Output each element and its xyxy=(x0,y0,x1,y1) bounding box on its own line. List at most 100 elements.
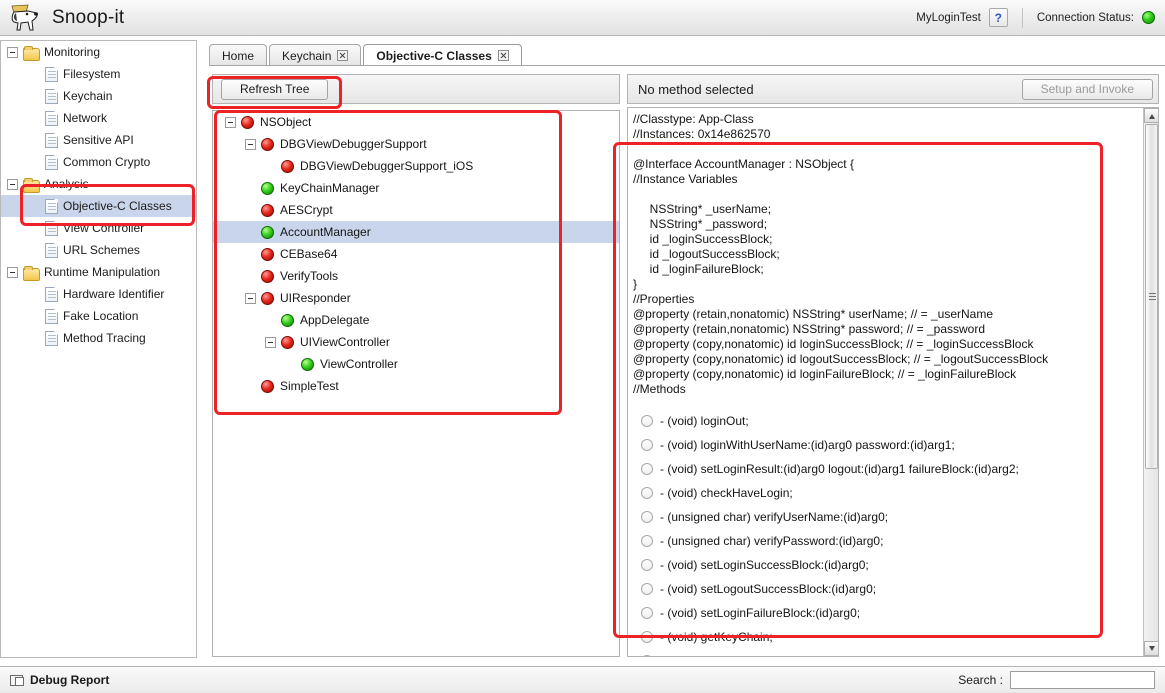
method-list-item[interactable]: - (unsigned char) verifyUserName:(id)arg… xyxy=(633,505,1143,529)
method-radio-button[interactable] xyxy=(641,511,653,523)
method-radio-button[interactable] xyxy=(641,655,653,656)
collapse-toggle-icon[interactable] xyxy=(265,336,276,348)
method-list-item[interactable]: - (unsigned char) verifyPassword:(id)arg… xyxy=(633,529,1143,553)
method-signature-label: - (void) realLogin; xyxy=(660,654,753,656)
method-list-item[interactable]: - (void) loginOut; xyxy=(633,409,1143,433)
method-list-item[interactable]: - (void) setLogoutSuccessBlock:(id)arg0; xyxy=(633,577,1143,601)
code-line: id _loginSuccessBlock; xyxy=(633,232,773,246)
collapse-toggle-icon[interactable] xyxy=(225,116,236,128)
class-tree-box[interactable]: NSObject DBGViewDebuggerSupport DBGViewDeb… xyxy=(212,110,620,657)
collapse-toggle-icon[interactable] xyxy=(7,178,18,190)
sidebar-item-method-tracing[interactable]: Method Tracing xyxy=(1,327,196,349)
class-tree-row[interactable]: DBGViewDebuggerSupport_iOS xyxy=(213,155,619,177)
sidebar-item-common-crypto[interactable]: Common Crypto xyxy=(1,151,196,173)
class-tree-row[interactable]: KeyChainManager xyxy=(213,177,619,199)
collapse-toggle-icon[interactable] xyxy=(245,138,256,150)
class-name-label: UIViewController xyxy=(300,335,390,349)
sidebar-item-label: Hardware Identifier xyxy=(63,287,165,301)
sidebar-item-objective-c-classes[interactable]: Objective-C Classes xyxy=(1,195,196,217)
method-list-item[interactable]: - (void) loginWithUserName:(id)arg0 pass… xyxy=(633,433,1143,457)
class-tree-row[interactable]: DBGViewDebuggerSupport xyxy=(213,133,619,155)
method-radio-button[interactable] xyxy=(641,535,653,547)
method-list-item[interactable]: - (void) checkHaveLogin; xyxy=(633,481,1143,505)
green-status-dot-icon xyxy=(301,357,314,371)
class-tree-row[interactable]: AppDelegate xyxy=(213,309,619,331)
method-signature-label: - (void) getKeyChain; xyxy=(660,630,773,644)
sidebar-item-filesystem[interactable]: Filesystem xyxy=(1,63,196,85)
sidebar-item-network[interactable]: Network xyxy=(1,107,196,129)
method-signature-label: - (unsigned char) verifyUserName:(id)arg… xyxy=(660,510,889,524)
code-scroll-area[interactable]: //Classtype: App-Class//Instances: 0x14e… xyxy=(628,108,1143,656)
sidebar-item-label: View Controller xyxy=(63,221,145,235)
method-radio-button[interactable] xyxy=(641,415,653,427)
sidebar-item-analysis[interactable]: Analysis xyxy=(1,173,196,195)
sidebar-item-keychain[interactable]: Keychain xyxy=(1,85,196,107)
tab-close-icon[interactable] xyxy=(337,50,349,61)
page-icon xyxy=(45,220,58,236)
tab-close-icon[interactable] xyxy=(497,50,509,61)
collapse-toggle-icon[interactable] xyxy=(245,292,256,304)
sidebar-item-fake-location[interactable]: Fake Location xyxy=(1,305,196,327)
method-list-item[interactable]: - (void) getKeyChain; xyxy=(633,625,1143,649)
method-signature-label: - (void) loginOut; xyxy=(660,414,749,428)
class-tree-row[interactable]: ViewController xyxy=(213,353,619,375)
sidebar-item-hardware-identifier[interactable]: Hardware Identifier xyxy=(1,283,196,305)
red-status-dot-icon xyxy=(241,115,254,129)
class-tree-row[interactable]: NSObject xyxy=(213,111,619,133)
collapse-toggle-icon[interactable] xyxy=(7,266,18,278)
tab-strip[interactable]: Home Keychain Objective-C Classes xyxy=(209,42,1165,66)
sidebar-item-sensitive-api[interactable]: Sensitive API xyxy=(1,129,196,151)
collapse-toggle-icon[interactable] xyxy=(7,46,18,58)
sidebar-item-url-schemes[interactable]: URL Schemes xyxy=(1,239,196,261)
tab-objective-c-classes[interactable]: Objective-C Classes xyxy=(363,44,522,66)
method-list-item[interactable]: - (void) setLoginFailureBlock:(id)arg0; xyxy=(633,601,1143,625)
scroll-up-arrow-icon[interactable] xyxy=(1144,108,1158,123)
search-input[interactable] xyxy=(1010,671,1155,689)
setup-and-invoke-button[interactable]: Setup and Invoke xyxy=(1021,78,1153,100)
scroll-down-arrow-icon[interactable] xyxy=(1144,641,1158,656)
method-list-item[interactable]: - (void) setLoginResult:(id)arg0 logout:… xyxy=(633,457,1143,481)
sidebar-item-label: Monitoring xyxy=(44,45,101,59)
sidebar-nav-tree[interactable]: Monitoring Filesystem Keychain Network Sensi… xyxy=(0,40,197,658)
class-name-label: ViewController xyxy=(320,357,398,371)
sidebar-item-runtime-manipulation[interactable]: Runtime Manipulation xyxy=(1,261,196,283)
class-name-label: DBGViewDebuggerSupport_iOS xyxy=(300,159,474,173)
method-radio-button[interactable] xyxy=(641,607,653,619)
method-radio-button[interactable] xyxy=(641,583,653,595)
class-tree-row[interactable]: UIResponder xyxy=(213,287,619,309)
class-tree-row[interactable]: VerifyTools xyxy=(213,265,619,287)
method-radio-button[interactable] xyxy=(641,559,653,571)
method-radio-button[interactable] xyxy=(641,439,653,451)
method-radio-button[interactable] xyxy=(641,631,653,643)
code-line: //Properties xyxy=(633,292,695,306)
class-name-label: DBGViewDebuggerSupport xyxy=(280,137,427,151)
tab-home[interactable]: Home xyxy=(209,44,268,66)
method-list-item[interactable]: - (void) setLoginSuccessBlock:(id)arg0; xyxy=(633,553,1143,577)
class-tree-row[interactable]: CEBase64 xyxy=(213,243,619,265)
snoop-it-window: Snoop-it MyLoginTest ? Connection Status… xyxy=(0,0,1165,693)
help-button[interactable]: ? xyxy=(988,8,1008,27)
class-tree-row[interactable]: UIViewController xyxy=(213,331,619,353)
class-tree-row[interactable]: AccountManager xyxy=(213,221,619,243)
sidebar-item-label: Network xyxy=(63,111,108,125)
sidebar-item-monitoring[interactable]: Monitoring xyxy=(1,41,196,63)
scrollbar-thumb[interactable] xyxy=(1145,124,1158,469)
window-restore-icon[interactable] xyxy=(10,674,24,686)
method-list[interactable]: - (void) loginOut; - (void) loginWithUser… xyxy=(633,409,1143,656)
green-status-dot-icon xyxy=(281,313,294,327)
class-tree-row[interactable]: SimpleTest xyxy=(213,375,619,397)
code-vertical-scrollbar[interactable] xyxy=(1143,108,1158,656)
code-line: @property (copy,nonatomic) id loginSucce… xyxy=(633,337,1034,351)
tab-keychain[interactable]: Keychain xyxy=(269,44,362,66)
class-tree-row[interactable]: AESCrypt xyxy=(213,199,619,221)
debug-report-label[interactable]: Debug Report xyxy=(30,673,109,687)
method-list-item[interactable]: - (void) realLogin; xyxy=(633,649,1143,656)
sidebar-item-view-controller[interactable]: View Controller xyxy=(1,217,196,239)
red-status-dot-icon xyxy=(261,379,274,393)
red-status-dot-icon xyxy=(261,137,274,151)
refresh-tree-button[interactable]: Refresh Tree xyxy=(221,78,329,100)
method-radio-button[interactable] xyxy=(641,463,653,475)
method-radio-button[interactable] xyxy=(641,487,653,499)
